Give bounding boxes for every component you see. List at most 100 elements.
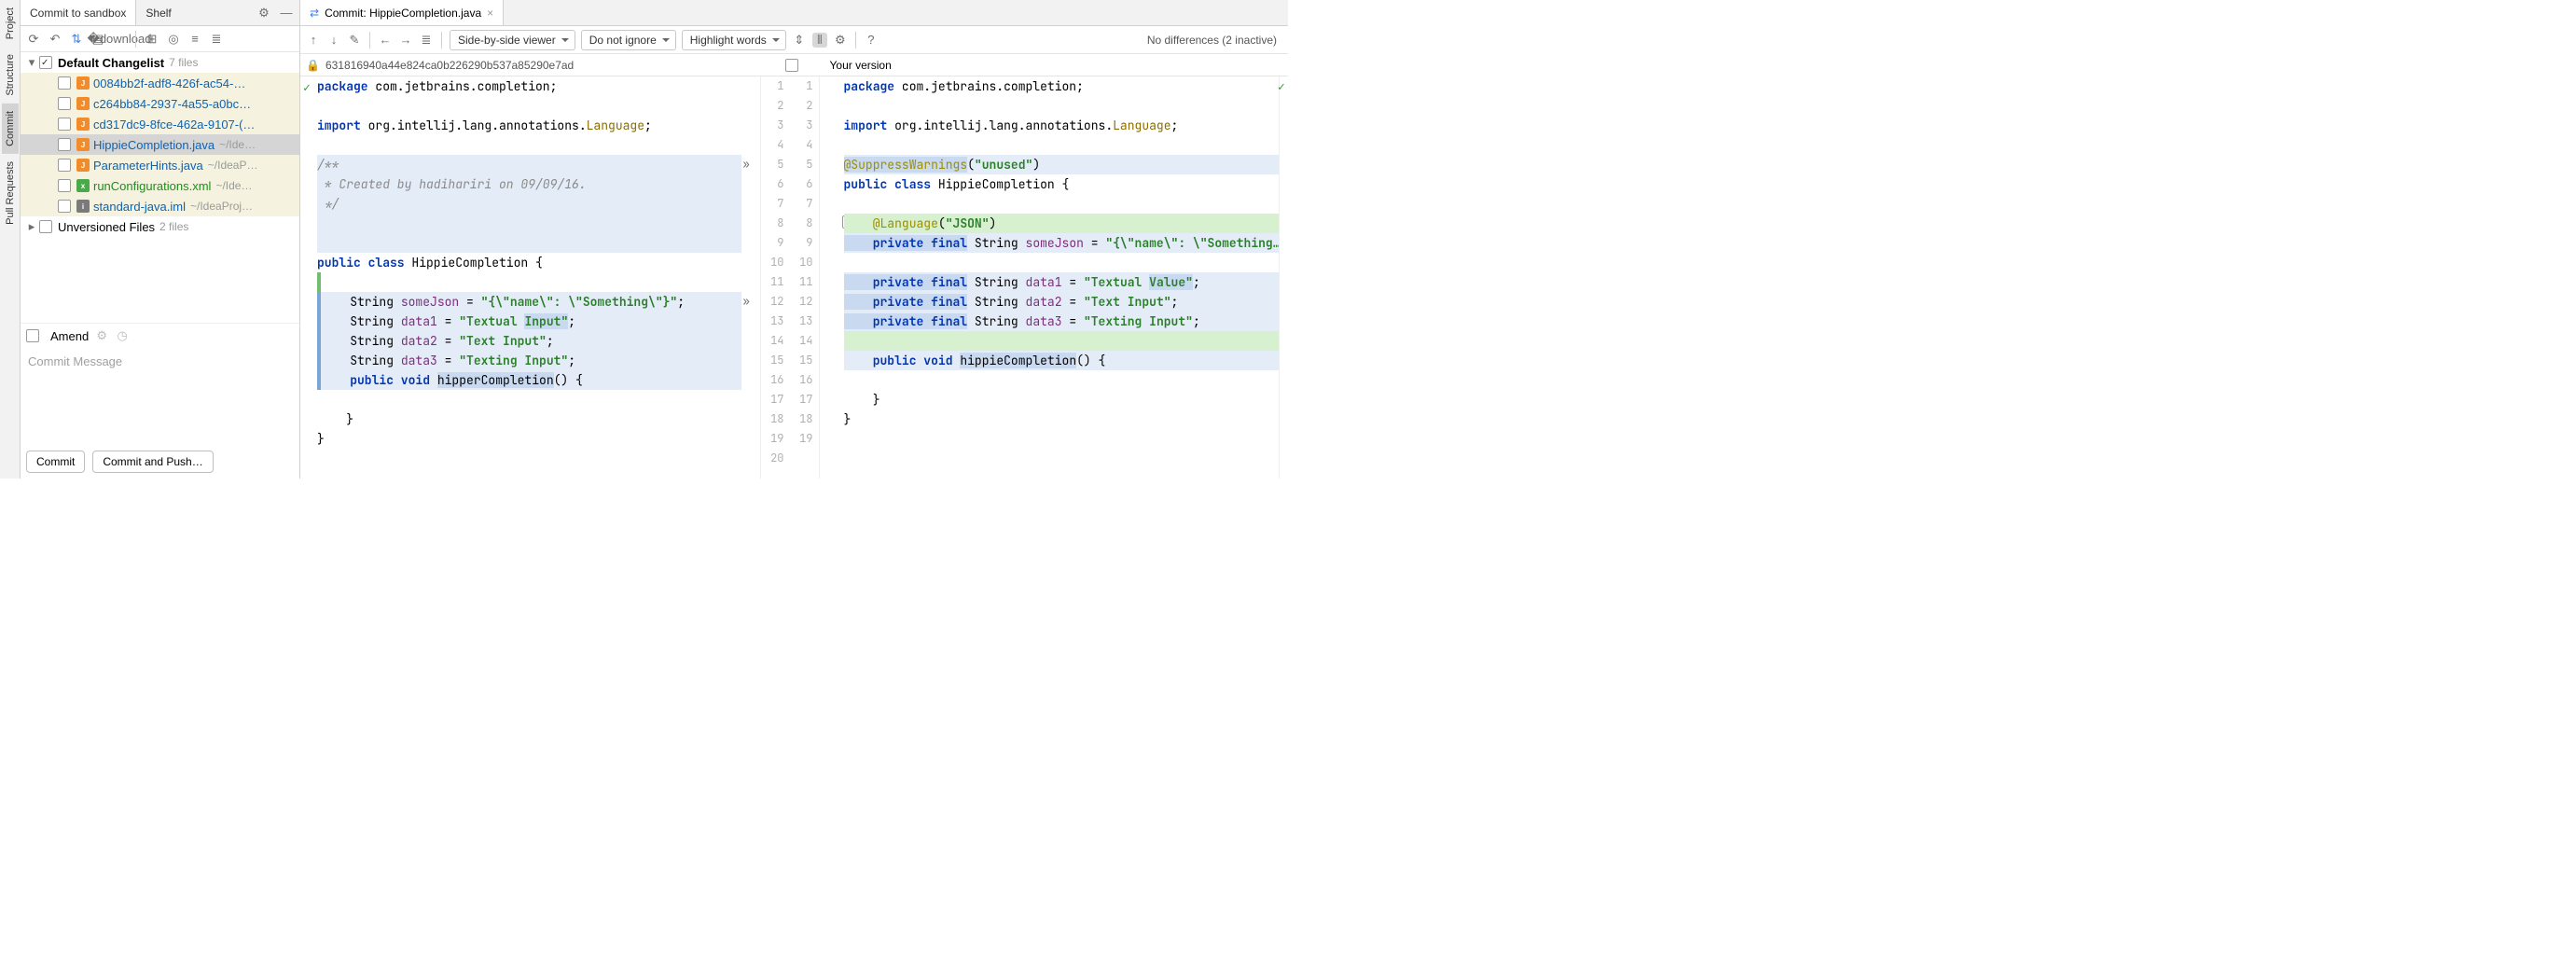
gear-icon[interactable]: ⚙ xyxy=(256,6,271,21)
changes-tree: ▾ Default Changelist 7 files J0084bb2f-a… xyxy=(21,52,299,237)
rail-commit[interactable]: Commit xyxy=(2,104,19,154)
file-checkbox[interactable] xyxy=(58,179,71,192)
sync-scroll-icon[interactable]: ⫴ xyxy=(812,33,827,48)
file-row[interactable]: istandard-java.iml ~/IdeaProj… xyxy=(21,196,299,216)
commit-panel-tabs: Commit to sandbox Shelf ⚙ — xyxy=(21,0,299,26)
include-checkbox[interactable] xyxy=(785,59,798,72)
file-name: runConfigurations.xml xyxy=(93,179,211,193)
file-path: ~/Ide… xyxy=(215,179,252,192)
help-icon[interactable]: ? xyxy=(864,33,879,48)
editor-tab-title: Commit: HippieCompletion.java xyxy=(325,7,481,20)
check-icon: ✓ xyxy=(303,79,311,95)
expand-icon[interactable]: ≡ xyxy=(187,32,202,47)
amend-checkbox[interactable] xyxy=(26,329,39,342)
tool-window-rail: Project Structure Commit Pull Requests xyxy=(0,0,21,478)
edit-icon[interactable]: ✎ xyxy=(347,33,362,48)
java-file-icon: J xyxy=(76,138,90,151)
file-row[interactable]: Jcd317dc9-8fce-462a-9107-(… xyxy=(21,114,299,134)
file-checkbox[interactable] xyxy=(58,138,71,151)
refresh-icon[interactable]: ⟳ xyxy=(26,32,41,47)
file-checkbox[interactable] xyxy=(58,118,71,131)
error-stripe[interactable]: ✓ xyxy=(1279,76,1288,478)
file-checkbox[interactable] xyxy=(58,200,71,213)
changelist-label: Default Changelist xyxy=(58,56,164,70)
minimize-icon[interactable]: — xyxy=(279,6,294,21)
diff-body: ✓ package com.jetbrains.completion; impo… xyxy=(300,76,1288,478)
changelist-count: 7 files xyxy=(169,56,198,69)
file-row[interactable]: JParameterHints.java~/IdeaP… xyxy=(21,155,299,175)
unversioned-node[interactable]: ▸ Unversioned Files 2 files xyxy=(21,216,299,237)
diff-tab-icon: ⇄ xyxy=(310,7,319,20)
tab-commit-sandbox[interactable]: Commit to sandbox xyxy=(21,0,136,25)
revision-hash: 631816940a44e824ca0b226290b537a85290e7ad xyxy=(325,59,574,72)
file-path: ~/Ide… xyxy=(219,138,256,151)
history-icon[interactable]: ◷ xyxy=(115,328,130,343)
file-row-selected[interactable]: JHippieCompletion.java ~/Ide… xyxy=(21,134,299,155)
rail-structure[interactable]: Structure xyxy=(2,47,19,104)
rail-pull-requests[interactable]: Pull Requests xyxy=(2,154,19,232)
back-icon[interactable]: ← xyxy=(378,33,393,48)
file-checkbox[interactable] xyxy=(58,159,71,172)
editor-tab[interactable]: ⇄ Commit: HippieCompletion.java × xyxy=(300,0,504,25)
commit-push-button[interactable]: Commit and Push… xyxy=(92,451,213,473)
include-gutter xyxy=(820,76,838,478)
commit-message-input[interactable]: Commit Message xyxy=(21,349,299,446)
next-diff-icon[interactable]: ↓ xyxy=(326,33,341,48)
file-row[interactable]: Jc264bb84-2937-4a55-a0bc… xyxy=(21,93,299,114)
gear-icon[interactable]: ⚙ xyxy=(94,328,109,343)
diff-markers: » » xyxy=(741,76,760,478)
file-path: ~/IdeaProj… xyxy=(190,200,253,213)
group-icon[interactable]: ⊞ xyxy=(145,32,159,47)
ignore-combo[interactable]: Do not ignore xyxy=(581,30,676,50)
file-checkbox[interactable] xyxy=(58,76,71,90)
amend-label: Amend xyxy=(50,329,89,343)
shelve-icon[interactable]: �download xyxy=(112,32,127,47)
lock-icon: 🔒 xyxy=(306,59,320,72)
commit-toolbar: ⟳ ↶ ⇅ ▤ �download ⊞ ◎ ≡ ≣ xyxy=(21,26,299,52)
revision-row: 🔒 631816940a44e824ca0b226290b537a85290e7a… xyxy=(300,54,1288,76)
settings-icon[interactable]: ⚙ xyxy=(833,33,848,48)
commit-panel: Commit to sandbox Shelf ⚙ — ⟳ ↶ ⇅ ▤ �dow… xyxy=(21,0,300,478)
file-path: ~/IdeaP… xyxy=(208,159,258,172)
list-icon[interactable]: ≣ xyxy=(419,33,434,48)
tab-shelf[interactable]: Shelf xyxy=(136,0,181,25)
file-name: HippieCompletion.java xyxy=(93,138,215,152)
file-name: ParameterHints.java xyxy=(93,159,203,173)
diff-right-pane[interactable]: package com.jetbrains.completion; import… xyxy=(838,76,1280,478)
file-name: c264bb84-2937-4a55-a0bc… xyxy=(93,97,251,111)
java-file-icon: J xyxy=(76,97,90,110)
apply-chunk-icon[interactable]: » xyxy=(743,294,750,309)
file-name: cd317dc9-8fce-462a-9107-(… xyxy=(93,118,255,132)
file-name: 0084bb2f-adf8-426f-ac54-… xyxy=(93,76,245,90)
diff-left-pane[interactable]: ✓ package com.jetbrains.completion; impo… xyxy=(300,76,741,478)
close-icon[interactable]: × xyxy=(487,7,493,20)
unversioned-checkbox[interactable] xyxy=(39,220,52,233)
view-icon[interactable]: ◎ xyxy=(166,32,181,47)
file-row[interactable]: xrunConfigurations.xml~/Ide… xyxy=(21,175,299,196)
rail-project[interactable]: Project xyxy=(2,0,19,47)
collapse-icon[interactable]: ≣ xyxy=(209,32,224,47)
diff-panel: ⇄ Commit: HippieCompletion.java × ↑ ↓ ✎ … xyxy=(300,0,1288,478)
unversioned-label: Unversioned Files xyxy=(58,220,155,234)
prev-diff-icon[interactable]: ↑ xyxy=(306,33,321,48)
check-icon: ✓ xyxy=(1278,78,1285,94)
file-name: standard-java.iml xyxy=(93,200,186,214)
changelist-checkbox[interactable] xyxy=(39,56,52,69)
unversioned-count: 2 files xyxy=(159,220,188,233)
iml-file-icon: i xyxy=(76,200,90,213)
diff-toolbar: ↑ ↓ ✎ ← → ≣ Side-by-side viewer Do not i… xyxy=(300,26,1288,54)
file-checkbox[interactable] xyxy=(58,97,71,110)
file-row[interactable]: J0084bb2f-adf8-426f-ac54-… xyxy=(21,73,299,93)
revert-icon[interactable]: ↶ xyxy=(48,32,62,47)
line-number-gutter: 1234567891011121314151617181920 12345678… xyxy=(760,76,820,478)
commit-button[interactable]: Commit xyxy=(26,451,85,473)
viewer-mode-combo[interactable]: Side-by-side viewer xyxy=(450,30,575,50)
highlight-combo[interactable]: Highlight words xyxy=(682,30,786,50)
your-version-label: Your version xyxy=(830,59,892,72)
apply-chunk-icon[interactable]: » xyxy=(743,157,750,172)
diff-status-label: No differences (2 inactive) xyxy=(1147,34,1282,47)
forward-icon[interactable]: → xyxy=(398,33,413,48)
changelist-node[interactable]: ▾ Default Changelist 7 files xyxy=(21,52,299,73)
collapse-unchanged-icon[interactable]: ⇕ xyxy=(792,33,807,48)
diff-icon[interactable]: ⇅ xyxy=(69,32,84,47)
